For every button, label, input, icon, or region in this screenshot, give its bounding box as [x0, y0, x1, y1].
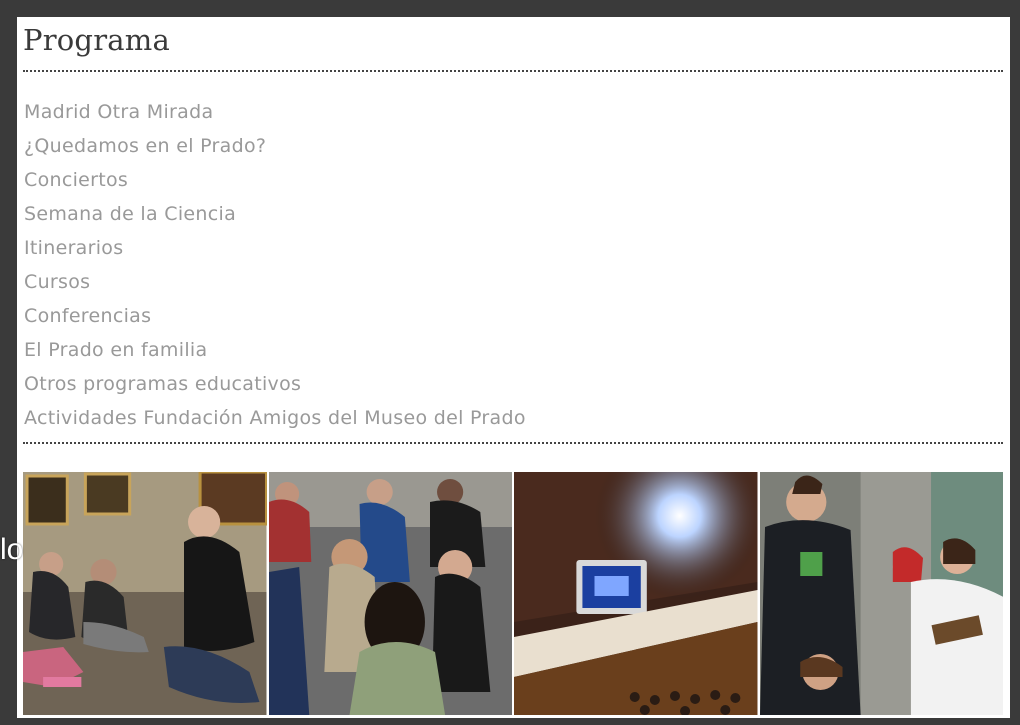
menu-item: Conferencias — [24, 299, 526, 333]
menu-link-conferencias[interactable]: Conferencias — [24, 305, 151, 327]
menu-link-itinerarios[interactable]: Itinerarios — [24, 237, 123, 259]
menu-link-madrid-otra-mirada[interactable]: Madrid Otra Mirada — [24, 101, 213, 123]
dotted-divider-top — [23, 70, 1003, 72]
section-title: Programa — [23, 23, 170, 57]
auditorium-image — [514, 472, 758, 715]
student-group-image — [268, 472, 512, 715]
students-with-notebooks-photo[interactable] — [759, 472, 1003, 715]
student-group-visit-photo[interactable] — [268, 472, 512, 715]
menu-item: ¿Quedamos en el Prado? — [24, 129, 526, 163]
menu-link-semana-de-la-ciencia[interactable]: Semana de la Ciencia — [24, 203, 236, 225]
menu-link-el-prado-en-familia[interactable]: El Prado en familia — [24, 339, 207, 361]
menu-item: Conciertos — [24, 163, 526, 197]
gallery-family-workshop-photo[interactable] — [23, 472, 267, 715]
dotted-divider-bottom — [23, 442, 1003, 444]
menu-item: Semana de la Ciencia — [24, 197, 526, 231]
menu-item: Actividades Fundación Amigos del Museo d… — [24, 401, 526, 435]
menu-item: Madrid Otra Mirada — [24, 95, 526, 129]
menu-link-conciertos[interactable]: Conciertos — [24, 169, 128, 191]
program-panel: Programa Madrid Otra Mirada ¿Quedamos en… — [17, 17, 1010, 718]
menu-link-quedamos-en-el-prado[interactable]: ¿Quedamos en el Prado? — [24, 135, 266, 157]
menu-link-otros-programas-educativos[interactable]: Otros programas educativos — [24, 373, 301, 395]
program-menu: Madrid Otra Mirada ¿Quedamos en el Prado… — [24, 95, 526, 435]
menu-item: El Prado en familia — [24, 333, 526, 367]
auditorium-projector-photo[interactable] — [514, 472, 758, 715]
menu-link-cursos[interactable]: Cursos — [24, 271, 90, 293]
menu-link-actividades-fundacion-amigos[interactable]: Actividades Fundación Amigos del Museo d… — [24, 407, 526, 429]
menu-item: Itinerarios — [24, 231, 526, 265]
students-notebooks-image — [759, 472, 1003, 715]
menu-item: Cursos — [24, 265, 526, 299]
photo-strip — [23, 472, 1003, 715]
gallery-workshop-image — [23, 472, 267, 715]
menu-item: Otros programas educativos — [24, 367, 526, 401]
